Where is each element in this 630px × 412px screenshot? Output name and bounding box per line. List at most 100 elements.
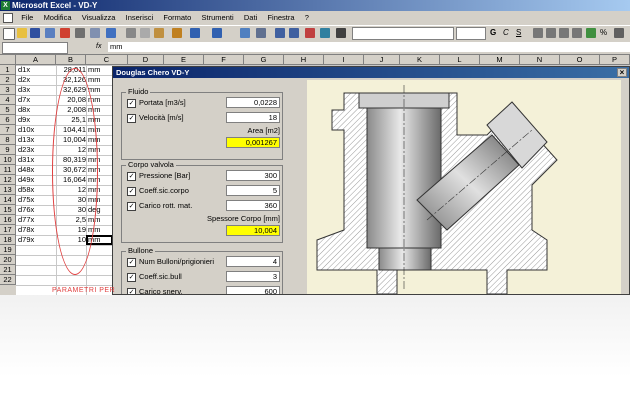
print-icon[interactable] bbox=[75, 28, 85, 38]
cut-icon[interactable] bbox=[126, 28, 136, 38]
menu-finestra[interactable]: Finestra bbox=[263, 12, 298, 24]
align-right-icon[interactable] bbox=[559, 28, 569, 38]
chart-wizard-icon[interactable] bbox=[305, 28, 315, 38]
carico-snerv-input[interactable]: 600 bbox=[226, 286, 280, 294]
column-header[interactable]: M bbox=[480, 55, 520, 65]
document-icon[interactable] bbox=[3, 12, 13, 23]
row-header[interactable]: 6 bbox=[0, 115, 16, 125]
row-header[interactable]: 1 bbox=[0, 65, 16, 75]
drawing-icon[interactable] bbox=[320, 28, 330, 38]
spelling-icon[interactable] bbox=[106, 28, 116, 38]
cell-label[interactable]: d1x bbox=[18, 65, 30, 75]
menu-inserisci[interactable]: Inserisci bbox=[122, 12, 158, 24]
sort-asc-icon[interactable] bbox=[275, 28, 285, 38]
dialog-title-bar[interactable]: Douglas Chero VD-Y × bbox=[113, 67, 629, 78]
row-header[interactable]: 19 bbox=[0, 245, 16, 255]
row-header[interactable]: 13 bbox=[0, 185, 16, 195]
check-icon[interactable]: ✓ bbox=[127, 287, 136, 294]
portata-input[interactable]: 0,0228 bbox=[226, 97, 280, 108]
cell-unit[interactable]: mm bbox=[88, 75, 101, 85]
check-icon[interactable]: ✓ bbox=[127, 186, 136, 196]
row-header[interactable]: 9 bbox=[0, 145, 16, 155]
hyperlink-icon[interactable] bbox=[240, 28, 250, 38]
cell-label[interactable]: d13x bbox=[18, 135, 34, 145]
underline-icon[interactable]: S bbox=[516, 28, 526, 38]
cell-label[interactable]: d77x bbox=[18, 215, 34, 225]
currency-icon[interactable] bbox=[586, 28, 596, 38]
menu-file[interactable]: File bbox=[17, 12, 37, 24]
cell-label[interactable]: d3x bbox=[18, 85, 30, 95]
row-header[interactable]: 14 bbox=[0, 195, 16, 205]
font-name-select[interactable] bbox=[352, 27, 454, 40]
row-header[interactable]: 10 bbox=[0, 155, 16, 165]
column-header[interactable]: O bbox=[560, 55, 600, 65]
column-header[interactable]: H bbox=[284, 55, 324, 65]
cell-unit[interactable]: mm bbox=[88, 65, 101, 75]
save-icon[interactable] bbox=[30, 28, 40, 38]
cell-label[interactable]: d75x bbox=[18, 195, 34, 205]
cell-label[interactable]: d9x bbox=[18, 115, 30, 125]
cell-label[interactable]: d76x bbox=[18, 205, 34, 215]
row-header[interactable]: 16 bbox=[0, 215, 16, 225]
fx-icon[interactable]: fx bbox=[96, 42, 101, 52]
menu-formato[interactable]: Formato bbox=[159, 12, 195, 24]
cell-label[interactable]: d31x bbox=[18, 155, 34, 165]
column-header[interactable]: A bbox=[16, 55, 56, 65]
comma-style-icon[interactable] bbox=[614, 28, 624, 38]
row-header[interactable]: 11 bbox=[0, 165, 16, 175]
num-bulloni-input[interactable]: 4 bbox=[226, 256, 280, 267]
coeff-corpo-input[interactable]: 5 bbox=[226, 185, 280, 196]
permission-icon[interactable] bbox=[45, 28, 55, 38]
select-all-corner[interactable] bbox=[0, 55, 16, 65]
check-icon[interactable]: ✓ bbox=[127, 201, 136, 211]
menu-visualizza[interactable]: Visualizza bbox=[78, 12, 120, 24]
row-header[interactable]: 4 bbox=[0, 95, 16, 105]
font-size-select[interactable] bbox=[456, 27, 486, 40]
close-icon[interactable]: × bbox=[617, 68, 627, 77]
cell-label[interactable]: d78x bbox=[18, 225, 34, 235]
cell-label[interactable]: d49x bbox=[18, 175, 34, 185]
merge-center-icon[interactable] bbox=[572, 28, 582, 38]
formula-input[interactable]: mm bbox=[108, 42, 630, 52]
menu-modifica[interactable]: Modifica bbox=[40, 12, 76, 24]
column-header[interactable]: J bbox=[364, 55, 400, 65]
column-header[interactable]: P bbox=[600, 55, 630, 65]
format-painter-icon[interactable] bbox=[172, 28, 182, 38]
column-header[interactable]: C bbox=[86, 55, 128, 65]
sort-desc-icon[interactable] bbox=[289, 28, 299, 38]
row-header[interactable]: 2 bbox=[0, 75, 16, 85]
print-preview-icon[interactable] bbox=[90, 28, 100, 38]
check-icon[interactable]: ✓ bbox=[127, 171, 136, 181]
row-header[interactable]: 20 bbox=[0, 255, 16, 265]
new-icon[interactable] bbox=[3, 28, 15, 40]
cell-label[interactable]: d7x bbox=[18, 95, 30, 105]
column-header[interactable]: L bbox=[440, 55, 480, 65]
italic-icon[interactable]: C bbox=[503, 28, 513, 38]
carico-rott-input[interactable]: 360 bbox=[226, 200, 280, 211]
name-box[interactable] bbox=[2, 42, 68, 54]
menu-dati[interactable]: Dati bbox=[240, 12, 261, 24]
row-header[interactable]: 7 bbox=[0, 125, 16, 135]
undo-icon[interactable] bbox=[190, 28, 200, 38]
row-header[interactable]: 22 bbox=[0, 275, 16, 285]
sum-icon[interactable] bbox=[256, 28, 266, 38]
row-header[interactable]: 8 bbox=[0, 135, 16, 145]
zoom-icon[interactable] bbox=[336, 28, 346, 38]
column-header[interactable]: G bbox=[244, 55, 284, 65]
pdf-icon[interactable] bbox=[60, 28, 70, 38]
align-left-icon[interactable] bbox=[533, 28, 543, 38]
column-header[interactable]: K bbox=[400, 55, 440, 65]
cell-label[interactable]: d2x bbox=[18, 75, 30, 85]
column-header[interactable]: I bbox=[324, 55, 364, 65]
coeff-bull-input[interactable]: 3 bbox=[226, 271, 280, 282]
row-header[interactable]: 18 bbox=[0, 235, 16, 245]
column-header[interactable]: B bbox=[56, 55, 86, 65]
check-icon[interactable]: ✓ bbox=[127, 98, 136, 108]
percent-icon[interactable]: % bbox=[600, 28, 610, 38]
cell-label[interactable]: d23x bbox=[18, 145, 34, 155]
bold-icon[interactable]: G bbox=[490, 28, 500, 38]
row-header[interactable]: 21 bbox=[0, 265, 16, 275]
row-header[interactable]: 17 bbox=[0, 225, 16, 235]
velocita-input[interactable]: 18 bbox=[226, 112, 280, 123]
open-icon[interactable] bbox=[17, 28, 27, 38]
